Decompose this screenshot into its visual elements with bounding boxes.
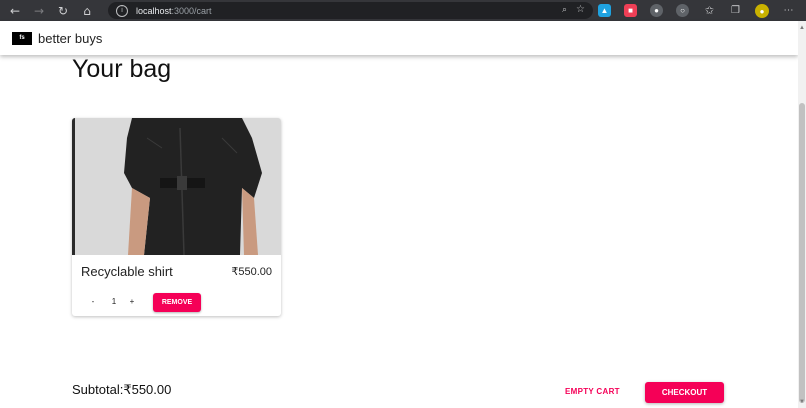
page-scrollbar[interactable]: ▲ ▼ xyxy=(798,21,806,408)
reload-icon[interactable]: ↻ xyxy=(51,0,75,21)
brand-name[interactable]: better buys xyxy=(38,31,102,46)
empty-cart-button[interactable]: EMPTY CART xyxy=(565,387,620,396)
product-price: ₹550.00 xyxy=(231,266,272,278)
app-header: fs better buys xyxy=(0,21,798,55)
cart-item-card: Recyclable shirt ₹550.00 - 1 + REMOVE xyxy=(72,118,281,316)
url-text[interactable]: localhost:3000/cart xyxy=(136,6,212,16)
logo[interactable]: fs xyxy=(12,31,32,45)
back-icon[interactable]: ← xyxy=(3,0,27,21)
quantity-value: 1 xyxy=(111,297,117,306)
increment-button[interactable]: + xyxy=(125,297,139,306)
favorite-icon[interactable]: ☆ xyxy=(576,4,585,15)
quantity-stepper: - 1 + REMOVE xyxy=(72,293,281,313)
record-icon[interactable]: ● xyxy=(650,4,663,17)
avatar[interactable]: ● xyxy=(755,4,769,18)
page-title: Your bag xyxy=(72,55,172,83)
pocket-icon[interactable]: ■ xyxy=(624,4,637,17)
product-image xyxy=(72,118,281,255)
scroll-down-icon[interactable]: ▼ xyxy=(798,398,806,406)
home-icon[interactable]: ⌂ xyxy=(75,0,99,21)
info-icon[interactable]: i xyxy=(116,4,128,17)
collections-icon[interactable]: ❐ xyxy=(729,4,742,17)
extension-icon[interactable]: ▲ xyxy=(598,4,611,17)
scroll-up-icon[interactable]: ▲ xyxy=(798,24,806,32)
subtotal-text: Subtotal:₹550.00 xyxy=(72,382,172,397)
more-icon[interactable]: ⋯ xyxy=(782,4,795,17)
forward-icon[interactable]: → xyxy=(27,0,51,21)
extension-icon[interactable]: ○ xyxy=(676,4,689,17)
remove-button[interactable]: REMOVE xyxy=(153,293,201,312)
decrement-button[interactable]: - xyxy=(86,297,100,306)
scrollbar-thumb[interactable] xyxy=(799,103,805,403)
checkout-button[interactable]: CHECKOUT xyxy=(645,382,724,403)
zoom-icon[interactable]: ⌕ xyxy=(562,5,567,15)
favorites-icon[interactable]: ✩ xyxy=(703,4,716,17)
browser-toolbar: ← → ↻ ⌂ i localhost:3000/cart ⌕ ☆ ▲ ■ ● … xyxy=(0,0,806,21)
product-name: Recyclable shirt xyxy=(81,264,173,279)
address-bar[interactable]: i localhost:3000/cart ⌕ ☆ xyxy=(108,2,593,19)
